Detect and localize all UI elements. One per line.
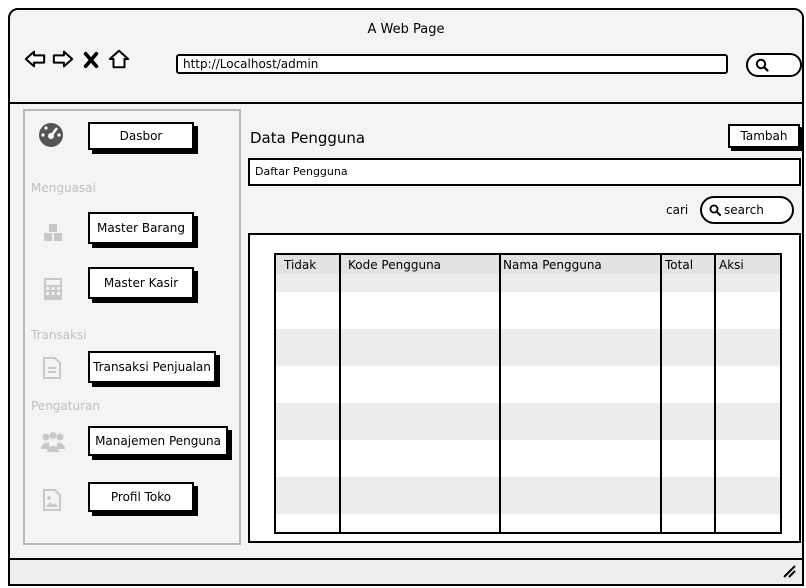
calculator-icon	[44, 278, 62, 300]
sidebar-item-master-barang[interactable]: Master Barang	[88, 212, 194, 244]
list-header: Daftar Pengguna	[248, 158, 801, 186]
column-header-nama-pengguna: Nama Pengguna	[503, 258, 602, 272]
section-label-transaksi: Transaksi	[31, 328, 87, 342]
column-divider	[714, 255, 716, 532]
sidebar-item-dasbor[interactable]: Dasbor	[88, 122, 194, 150]
column-header-tidak: Tidak	[284, 258, 317, 272]
users-table: Tidak Kode Pengguna Nama Pengguna Total …	[274, 253, 782, 534]
url-input[interactable]: http://Localhost/admin	[176, 54, 728, 74]
forward-arrow-icon[interactable]	[52, 48, 74, 70]
home-icon[interactable]	[108, 48, 130, 70]
image-file-icon	[43, 489, 61, 511]
users-icon	[41, 432, 65, 452]
page-title: Data Pengguna	[250, 129, 366, 147]
search-placeholder: search	[724, 203, 764, 217]
browser-toolbar: A Web Page http://Localhost/admin	[10, 10, 802, 104]
browser-status-bar	[10, 558, 802, 584]
column-divider	[339, 255, 341, 532]
sidebar-item-manajemen-penguna[interactable]: Manajemen Penguna	[88, 426, 228, 456]
column-header-kode-pengguna: Kode Pengguna	[348, 258, 442, 272]
search-icon	[709, 204, 721, 216]
section-label-pengaturan: Pengaturan	[31, 399, 100, 413]
search-icon	[755, 58, 769, 72]
cubes-icon	[44, 224, 62, 241]
back-arrow-icon[interactable]	[24, 48, 46, 70]
column-header-total: Total	[665, 258, 694, 272]
column-divider	[499, 255, 501, 532]
sidebar: Dasbor Menguasai Master Barang Master Ka…	[23, 109, 241, 545]
browser-search-button[interactable]	[746, 53, 802, 77]
section-label-menguasai: Menguasai	[31, 181, 96, 195]
page-window-title: A Web Page	[367, 22, 445, 37]
search-label: cari	[666, 203, 689, 217]
column-divider	[660, 255, 662, 532]
document-icon	[43, 357, 61, 379]
browser-window: A Web Page http://Localhost/admin Dasbor…	[8, 8, 804, 586]
dashboard-gauge-icon	[39, 123, 63, 147]
resize-grip-icon[interactable]	[782, 564, 796, 578]
add-button[interactable]: Tambah	[728, 124, 800, 148]
sidebar-item-transaksi-penjualan[interactable]: Transaksi Penjualan	[88, 351, 216, 383]
column-header-aksi: Aksi	[719, 258, 744, 272]
sidebar-item-profil-toko[interactable]: Profil Toko	[88, 482, 194, 512]
search-input[interactable]: search	[700, 196, 794, 224]
sidebar-item-master-kasir[interactable]: Master Kasir	[88, 267, 194, 299]
stop-icon[interactable]	[82, 51, 100, 69]
